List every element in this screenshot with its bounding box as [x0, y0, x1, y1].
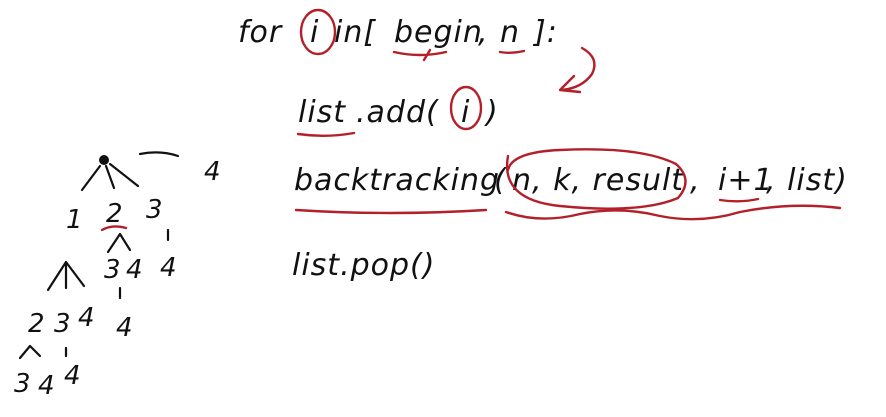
tree-level1-node-2: 2 [106, 199, 123, 229]
code-begin: begin [394, 15, 483, 50]
underline-backtracking [294, 208, 488, 215]
tree-level2-left-node-3: 4 [78, 303, 95, 333]
tree-level1-node-3: 3 [146, 195, 163, 225]
code-add-call: .add( [356, 95, 439, 130]
tree-level3-node-2: 4 [38, 371, 55, 401]
underline-increment [718, 197, 760, 203]
code-close-bracket: ]: [532, 15, 558, 50]
code-tail: , list) [766, 163, 848, 198]
tree-edges-from-1 [46, 260, 86, 292]
tree-level2-right-node-2: 4 [126, 255, 143, 285]
wavy-underline [504, 204, 842, 221]
underline-list [296, 131, 356, 137]
code-comma: , [478, 15, 489, 50]
code-n: n [500, 15, 520, 50]
code-block: for i in[ begin , n ]: list .add( i ) ba… [238, 15, 848, 283]
tree-edges-level3-left [18, 344, 42, 360]
tree-level2-left-node-1: 2 [28, 309, 45, 339]
code-args: n, k, result [512, 163, 684, 198]
arrow-curved [558, 46, 596, 94]
tree-edges-from-2 [106, 232, 132, 254]
whiteboard-canvas: for i in[ begin , n ]: list .add( i ) ba… [14, 8, 848, 401]
tree-edge-root-2 [104, 164, 116, 190]
underline-begin [392, 48, 448, 62]
tree-level2-left-right-node: 4 [116, 313, 133, 343]
tree-level2-right-node-3: 4 [160, 253, 177, 283]
tree-edge-root-3 [108, 162, 140, 188]
code-loop-variable: i [310, 15, 319, 50]
tree-level3-node-3: 4 [64, 361, 81, 391]
tree-level1-node-1: 1 [66, 205, 83, 235]
code-in-bracket: in[ [334, 15, 376, 50]
underline-n [498, 49, 526, 54]
code-open-paren: ( [494, 163, 507, 198]
code-pop: list.pop() [292, 248, 435, 283]
code-for-keyword: for [238, 15, 283, 50]
tree-level2-right-node-1: 3 [104, 255, 121, 285]
code-backtracking: backtracking [294, 163, 500, 198]
tree-top-right-node: 4 [204, 157, 221, 187]
tree-level2-left-node-2: 3 [54, 309, 71, 339]
code-list: list [298, 95, 346, 130]
tree-edge-root-1 [80, 164, 102, 192]
tree-level3-node-1: 3 [14, 369, 31, 399]
tree-edge-root-4 [138, 151, 180, 158]
code-add-arg: i [461, 95, 470, 130]
tree-root-node [99, 155, 109, 165]
code-add-close: ) [484, 95, 499, 130]
code-comma-2: , [690, 163, 701, 198]
recursion-tree: 4 1 2 3 3 4 4 2 3 4 4 3 4 4 [14, 151, 221, 401]
